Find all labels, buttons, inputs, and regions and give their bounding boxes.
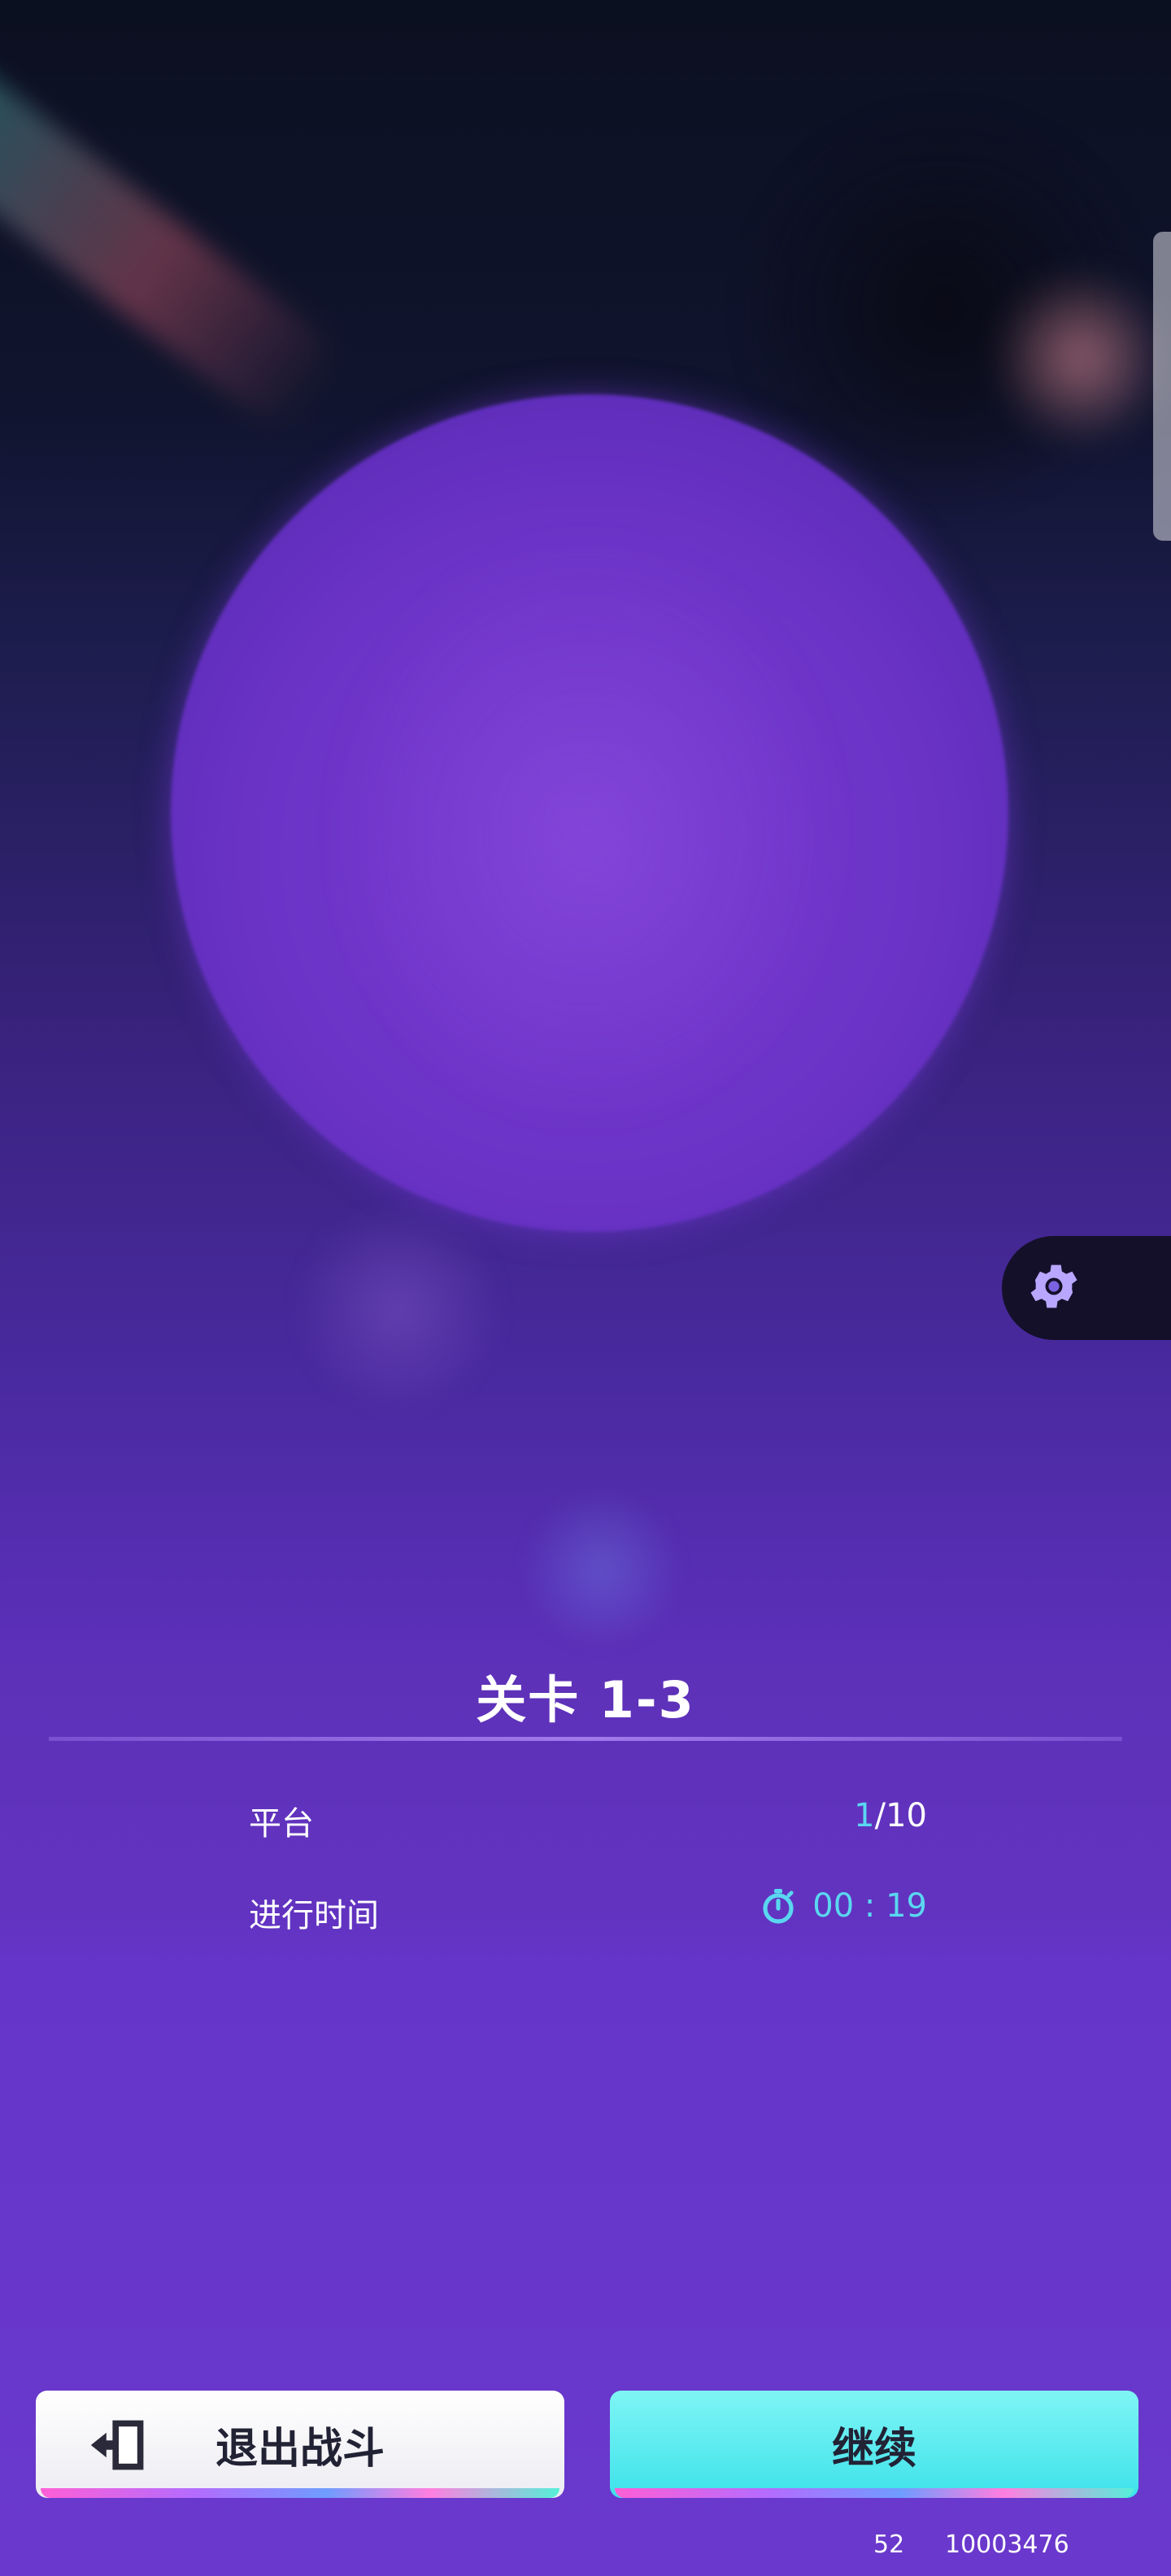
footer-number: 52: [873, 2530, 905, 2559]
platform-total: /10: [874, 1797, 927, 1834]
continue-label: 继续: [831, 2424, 916, 2474]
stat-label-time: 进行时间: [249, 1897, 379, 1934]
stat-label-platform: 平台: [249, 1805, 314, 1843]
gear-icon: [1025, 1257, 1083, 1319]
side-scroll-handle[interactable]: [1153, 232, 1171, 541]
background-blob: [293, 1203, 504, 1415]
settings-button[interactable]: [1002, 1236, 1171, 1340]
stopwatch-icon: [759, 1886, 798, 1925]
stat-value-platform: 1/10: [854, 1797, 927, 1834]
orb-highlight: [317, 520, 854, 1138]
stat-value-time: 00 : 19: [759, 1886, 927, 1925]
platform-current: 1: [854, 1797, 875, 1834]
continue-button[interactable]: 继续: [610, 2391, 1138, 2498]
divider: [49, 1737, 1122, 1741]
elapsed-time: 00 : 19: [812, 1887, 927, 1925]
exit-battle-button[interactable]: 退出战斗: [36, 2391, 564, 2498]
footer-id: 10003476: [945, 2530, 1069, 2559]
background-glow: [1000, 260, 1163, 455]
level-title: 关卡 1-3: [476, 1670, 695, 1730]
exit-battle-label: 退出战斗: [215, 2424, 385, 2474]
exit-door-icon: [88, 2417, 150, 2474]
